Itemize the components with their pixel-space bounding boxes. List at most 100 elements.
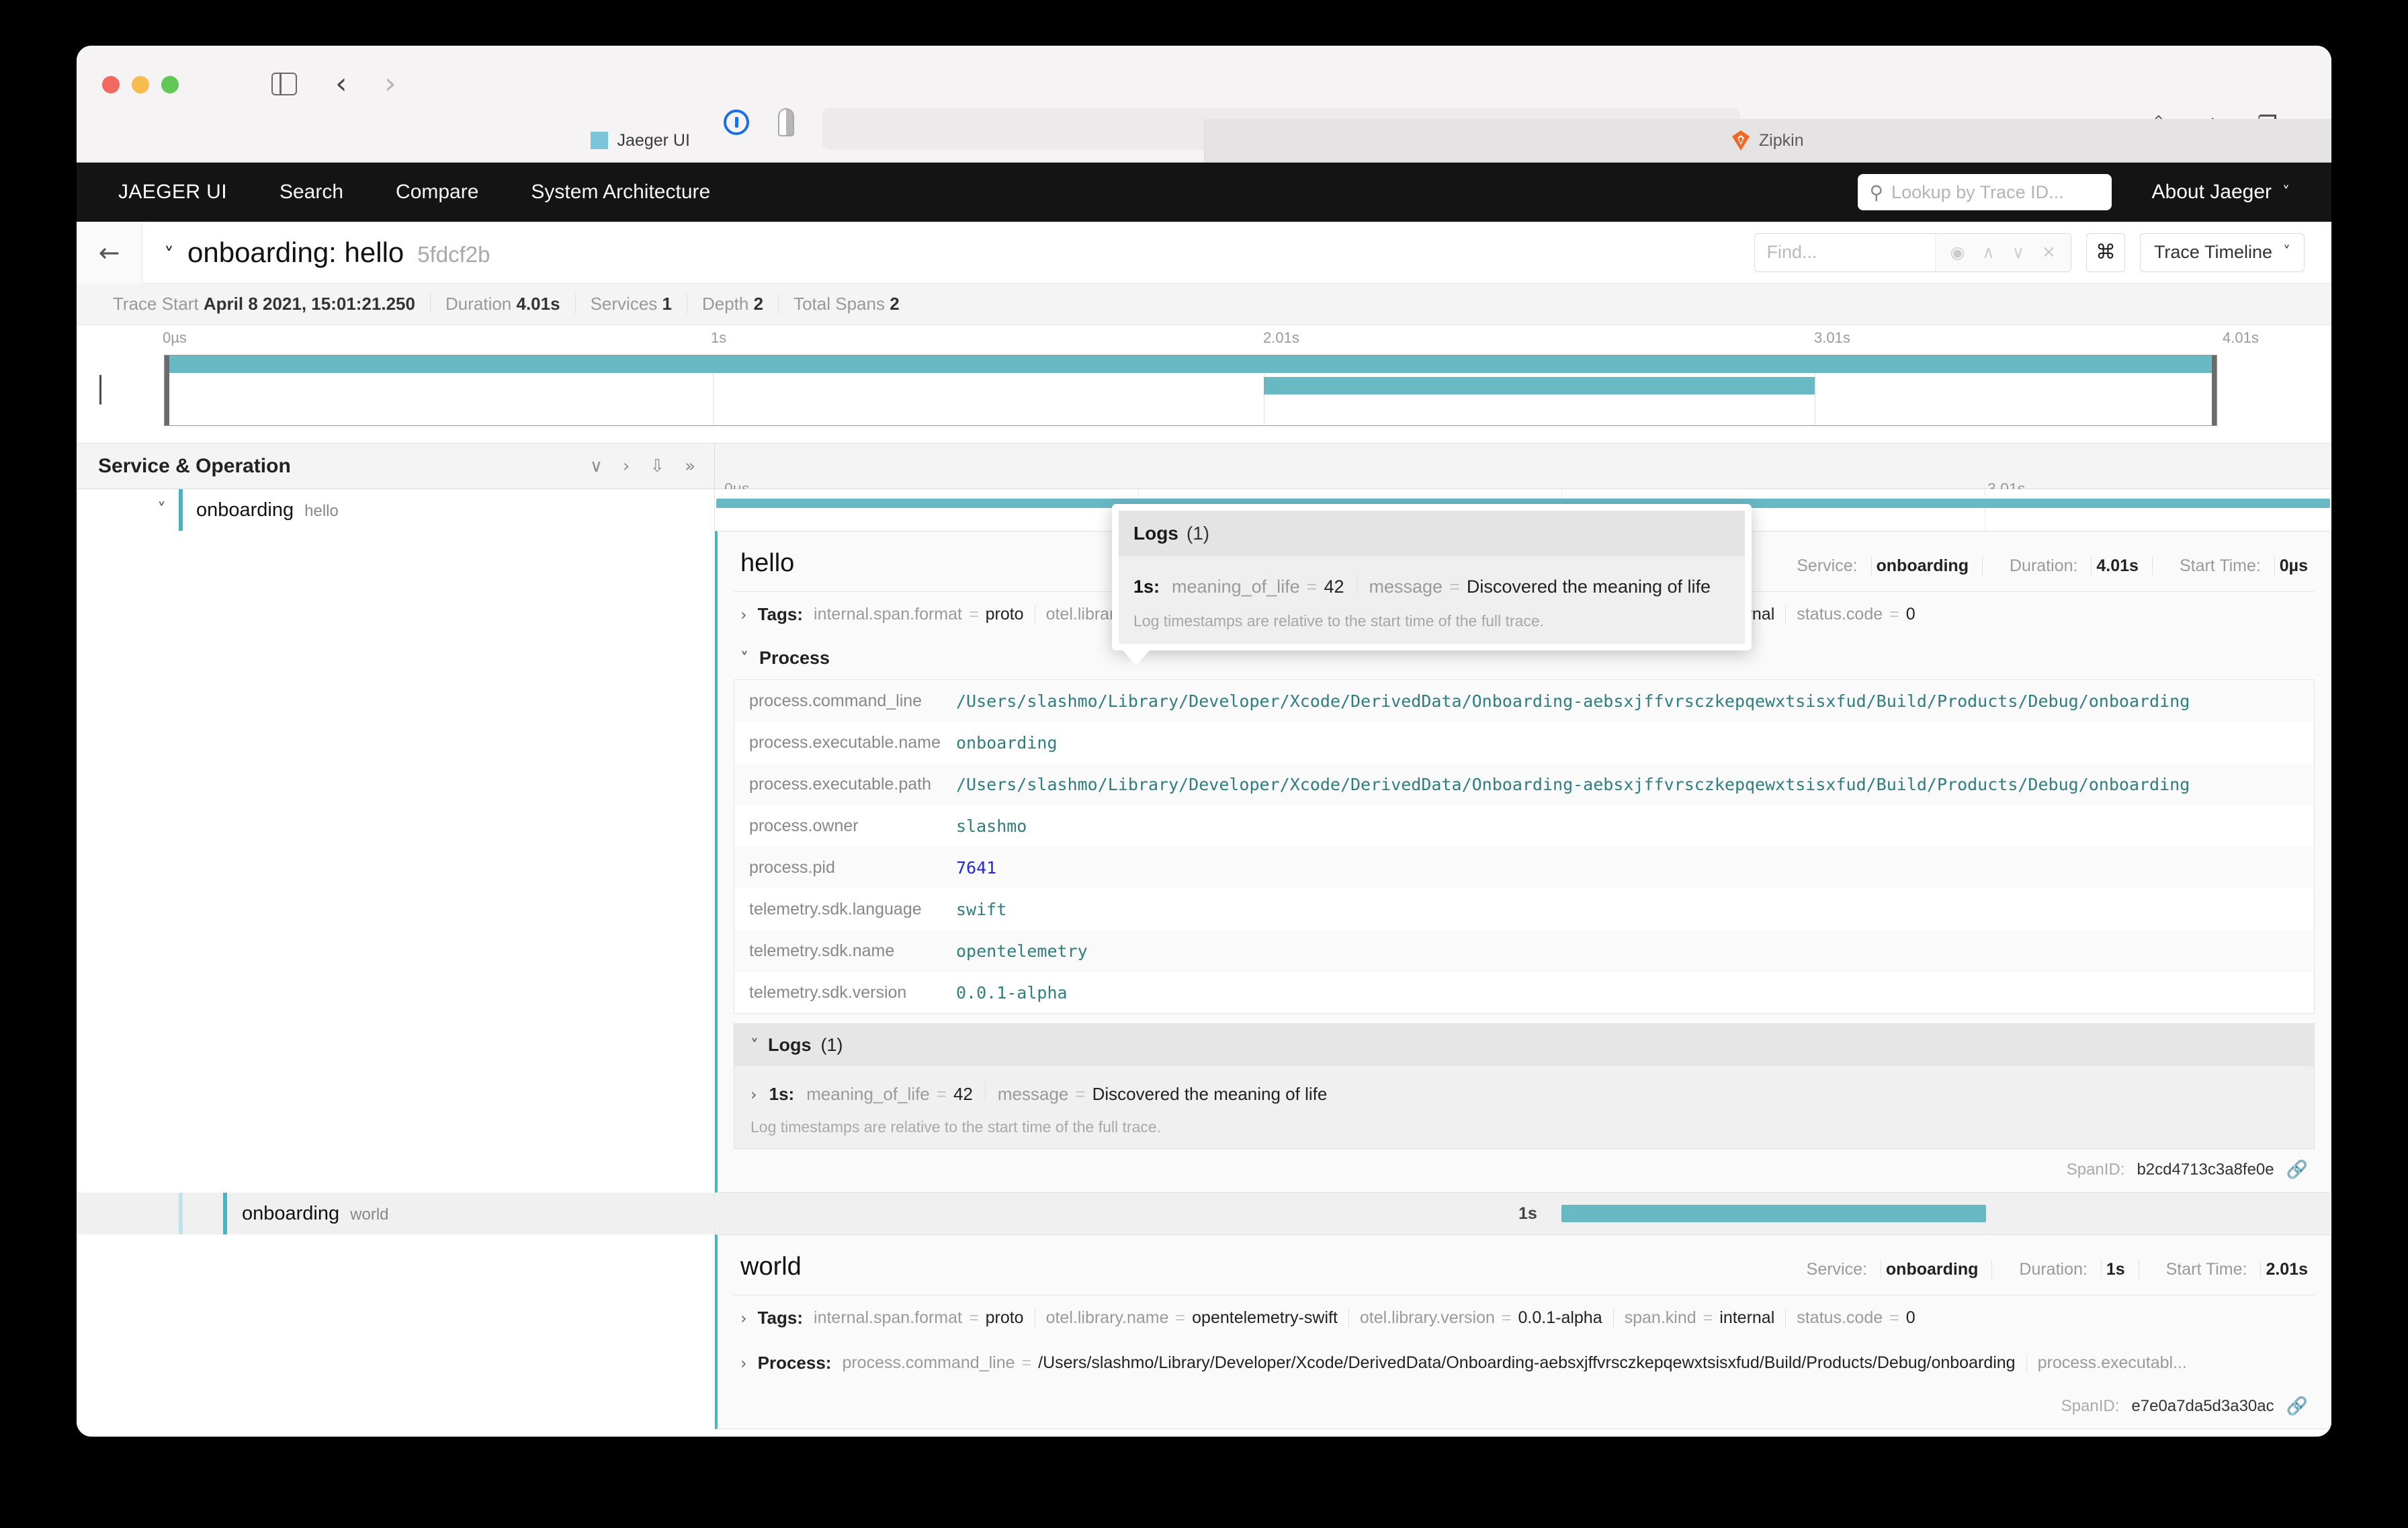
span-color-bar xyxy=(179,489,183,531)
log-field-key: meaning_of_life xyxy=(806,1084,930,1105)
minimap-tick: 0µs xyxy=(159,329,187,347)
tab-zipkin[interactable]: Zipkin xyxy=(1204,119,2332,162)
span-service: Service: onboarding xyxy=(1770,556,1983,576)
span-row-label[interactable]: ˅ onboarding hello xyxy=(77,489,715,531)
minimap-drag-handle-left[interactable] xyxy=(165,355,169,425)
tooltip-log-entry: 1s: meaning_of_life = 42 message = Disco… xyxy=(1133,574,1730,597)
browser-chrome: ‹ › localhost ⟳ ⇪ + ❐ Jaeger UI xyxy=(77,46,2331,163)
collapse-all-icon[interactable]: ⇩ xyxy=(650,456,664,476)
divider xyxy=(1613,1309,1614,1328)
service-label: Service: xyxy=(1783,556,1871,575)
process-key: process.executable.name xyxy=(734,733,956,753)
link-icon[interactable]: 🔗 xyxy=(2286,1396,2308,1416)
trace-header: ← ˅ onboarding: hello 5fdcf2b Find... ◉ … xyxy=(77,222,2331,284)
chevron-down-icon[interactable]: ˅ xyxy=(740,649,748,668)
equals-sign: = xyxy=(969,605,979,624)
span-service: Service: onboarding xyxy=(1780,1260,1993,1279)
equals-sign: = xyxy=(1889,1308,1899,1328)
equals-sign: = xyxy=(1889,605,1899,624)
table-row[interactable]: onboarding world 1s xyxy=(77,1193,2331,1234)
process-value: slashmo xyxy=(956,816,1027,836)
logs-count: (1) xyxy=(821,1035,843,1056)
jaeger-brand[interactable]: JAEGER UI xyxy=(118,181,227,204)
process-label: Process xyxy=(759,648,830,669)
prev-result-icon[interactable]: ∧ xyxy=(1982,243,1994,262)
find-widget[interactable]: Find... ◉ ∧ ∨ ✕ xyxy=(1754,233,2071,272)
back-button[interactable]: ← xyxy=(77,222,142,284)
table-row: telemetry.sdk.name opentelemetry xyxy=(734,930,2314,972)
process-key: process.command_line xyxy=(842,1353,1015,1373)
focus-icon[interactable]: ◉ xyxy=(1950,243,1965,262)
chevron-down-icon[interactable]: ˅ xyxy=(750,1036,759,1055)
expand-one-icon[interactable]: › xyxy=(623,456,630,476)
keyboard-shortcuts-button[interactable]: ⌘ xyxy=(2086,233,2125,272)
span-detail-panel: world Service: onboarding Duration: 1s S… xyxy=(715,1234,2331,1429)
chevron-right-icon[interactable]: › xyxy=(740,1354,747,1373)
expand-all-icon[interactable]: » xyxy=(685,456,695,476)
meta-services: Services 1 xyxy=(576,294,687,314)
divider xyxy=(1785,1309,1786,1328)
span-row-bar-area[interactable]: 1s xyxy=(715,1193,2331,1234)
tag-key: internal.span.format xyxy=(814,1308,962,1328)
tag-value: internal xyxy=(1719,1308,1774,1328)
tooltip-field-key: meaning_of_life xyxy=(1172,577,1300,597)
meta-value: 2 xyxy=(754,294,763,314)
view-mode-select[interactable]: Trace Timeline ˅ xyxy=(2140,233,2305,272)
clear-icon[interactable]: ✕ xyxy=(2042,243,2056,262)
span-parent-guide xyxy=(179,1193,183,1234)
log-entry[interactable]: › 1s: meaning_of_life = 42 message = xyxy=(750,1081,2298,1105)
chevron-right-icon[interactable]: › xyxy=(740,605,747,624)
minimize-window-button[interactable] xyxy=(132,76,149,93)
span-name: world xyxy=(740,1253,802,1281)
maximize-window-button[interactable] xyxy=(161,76,179,93)
process-key: process.owner xyxy=(734,816,956,836)
tooltip-stem xyxy=(99,375,101,405)
divider xyxy=(1785,605,1786,624)
nav-link-system-architecture[interactable]: System Architecture xyxy=(531,181,710,204)
window-traffic-lights[interactable] xyxy=(102,76,179,93)
span-id-row: SpanID: e7e0a7da5d3a30ac 🔗 xyxy=(718,1386,2331,1429)
sidebar-toggle-icon[interactable] xyxy=(271,73,297,95)
log-timestamp: 1s: xyxy=(769,1084,795,1105)
chevron-right-icon[interactable]: › xyxy=(750,1085,757,1104)
equals-sign: = xyxy=(1307,577,1318,597)
trace-minimap[interactable]: 0µs 1s 2.01s 3.01s 4.01s xyxy=(77,325,2331,443)
jaeger-top-nav: JAEGER UI Search Compare System Architec… xyxy=(77,163,2331,222)
jaeger-favicon xyxy=(591,132,608,149)
timeline-gridline xyxy=(1138,1193,1139,1234)
process-accordion[interactable]: › Process: process.command_line = /Users… xyxy=(718,1341,2331,1386)
chevron-down-icon[interactable]: ˅ xyxy=(164,244,174,267)
close-window-button[interactable] xyxy=(102,76,120,93)
link-icon[interactable]: 🔗 xyxy=(2286,1160,2308,1180)
find-input[interactable]: Find... xyxy=(1755,234,1935,271)
back-arrow-icon[interactable]: ‹ xyxy=(335,70,347,98)
collapse-one-icon[interactable]: ∨ xyxy=(590,456,603,476)
forward-arrow-icon[interactable]: › xyxy=(384,70,396,98)
span-row-label[interactable]: onboarding world xyxy=(77,1193,715,1234)
tags-accordion[interactable]: › Tags: internal.span.format = proto ote… xyxy=(718,1296,2331,1341)
chevron-down-icon: ˅ xyxy=(2282,184,2290,201)
process-chip: process.command_line = /Users/slashmo/Li… xyxy=(842,1353,2015,1373)
span-id-label: SpanID: xyxy=(2061,1397,2120,1416)
minimap-viewport[interactable] xyxy=(164,355,2217,426)
duration-label: Duration: xyxy=(1996,556,2092,575)
about-jaeger-menu[interactable]: About Jaeger ˅ xyxy=(2152,181,2290,204)
span-duration: Duration: 1s xyxy=(1992,1260,2139,1279)
trace-title-group[interactable]: ˅ onboarding: hello 5fdcf2b xyxy=(142,237,490,269)
process-key: process.executabl... xyxy=(2038,1353,2187,1373)
next-result-icon[interactable]: ∨ xyxy=(2012,243,2024,262)
trace-id-search-input[interactable]: ⚲ Lookup by Trace ID... xyxy=(1858,174,2112,210)
tags-label: Tags: xyxy=(758,604,803,625)
nav-link-compare[interactable]: Compare xyxy=(396,181,478,204)
table-row: telemetry.sdk.version 0.0.1-alpha xyxy=(734,972,2314,1013)
logs-header[interactable]: ˅ Logs (1) xyxy=(734,1024,2314,1066)
find-controls: ◉ ∧ ∨ ✕ xyxy=(1935,234,2071,271)
minimap-drag-handle-right[interactable] xyxy=(2212,355,2217,425)
tab-jaeger-ui[interactable]: Jaeger UI xyxy=(77,119,1204,162)
equals-sign: = xyxy=(1075,1084,1085,1105)
equals-sign: = xyxy=(969,1308,979,1328)
chevron-right-icon[interactable]: › xyxy=(740,1309,747,1328)
chevron-down-icon[interactable]: ˅ xyxy=(157,500,166,520)
nav-link-search[interactable]: Search xyxy=(280,181,343,204)
meta-label: Total Spans xyxy=(793,294,885,314)
